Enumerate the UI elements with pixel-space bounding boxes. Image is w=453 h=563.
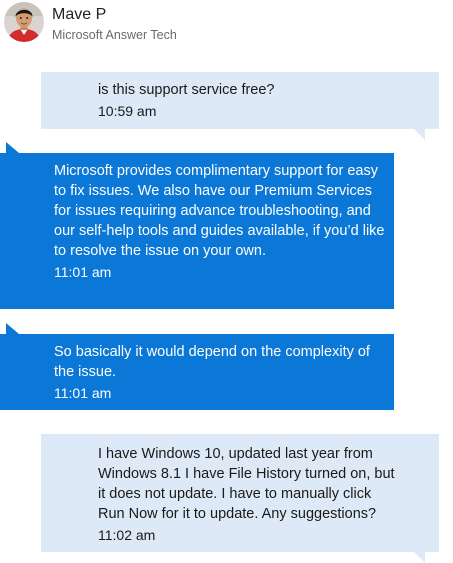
agent-message-bubble: So basically it would depend on the comp… [0, 323, 394, 410]
agent-role: Microsoft Answer Tech [52, 28, 177, 42]
message-tail [6, 142, 19, 153]
message-text: Microsoft provides complimentary support… [54, 163, 385, 259]
agent-header: Mave P Microsoft Answer Tech [0, 0, 453, 50]
message-timestamp: 11:02 am [98, 527, 156, 543]
message-tail [414, 552, 425, 563]
message-timestamp: 10:59 am [98, 103, 157, 119]
agent-name: Mave P [52, 6, 107, 23]
message-timestamp: 11:01 am [54, 385, 112, 401]
agent-avatar [4, 2, 44, 42]
message-tail [6, 323, 19, 334]
message-text: is this support service free? [98, 82, 275, 98]
message-text: So basically it would depend on the comp… [54, 344, 370, 380]
message-timestamp: 11:01 am [54, 264, 112, 280]
agent-message-bubble: Microsoft provides complimentary support… [0, 142, 394, 309]
user-message-bubble: I have Windows 10, updated last year fro… [41, 434, 439, 563]
agent-avatar-image [4, 2, 44, 42]
user-message-bubble: is this support service free? 10:59 am [41, 72, 439, 140]
message-text: I have Windows 10, updated last year fro… [98, 446, 395, 522]
message-tail [414, 129, 425, 140]
